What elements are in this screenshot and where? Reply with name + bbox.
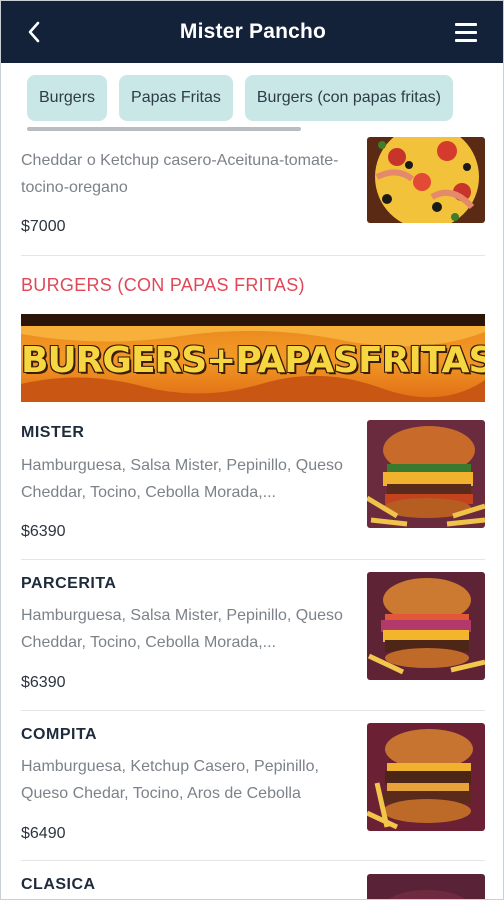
item-name: CLASICA [21, 876, 96, 893]
top-app-bar: Mister Pancho [1, 1, 503, 63]
horizontal-scrollbar[interactable] [27, 127, 301, 131]
hamburger-menu-icon-bar [455, 38, 477, 42]
category-chip-papas-fritas[interactable]: Papas Fritas [119, 75, 233, 121]
item-name: PARCERITA [21, 575, 117, 592]
burger-image [367, 874, 485, 899]
hamburger-menu-button[interactable] [455, 19, 485, 45]
item-name: MISTER [21, 424, 85, 441]
menu-list: Cheddar o Ketchup casero-Aceituna-tomate… [1, 137, 503, 899]
item-description: Cheddar o Ketchup casero-Aceituna-tomate… [21, 152, 339, 196]
burger-image [367, 723, 485, 831]
app-frame: Mister Pancho Burgers Papas Fritas Burge… [0, 0, 504, 900]
list-item[interactable]: PARCERITA Hamburguesa, Salsa Mister, Pep… [21, 572, 485, 712]
page-title: Mister Pancho [179, 20, 327, 43]
divider [21, 710, 485, 711]
item-description: Hamburguesa, Salsa Mister, Pepinillo, Qu… [21, 607, 343, 651]
burger-image [367, 420, 485, 528]
pizza-image [367, 137, 485, 223]
divider [21, 255, 485, 256]
item-description: Hamburguesa, Salsa Mister, Pepinillo, Qu… [21, 457, 343, 501]
item-price: $7000 [21, 218, 66, 235]
divider [21, 860, 485, 861]
item-price: $6390 [21, 674, 66, 691]
list-item[interactable]: CLASICA [21, 874, 485, 899]
banner-text: BURGERS+PAPASFRITAS [21, 340, 485, 381]
category-chip-burgers-con-papas[interactable]: Burgers (con papas fritas) [244, 75, 453, 121]
list-item[interactable]: Cheddar o Ketchup casero-Aceituna-tomate… [21, 137, 485, 255]
item-name: COMPITA [21, 726, 98, 743]
item-price: $6490 [21, 825, 66, 842]
hamburger-menu-icon-bar [455, 30, 477, 34]
list-item[interactable]: COMPITA Hamburguesa, Ketchup Casero, Pep… [21, 723, 485, 863]
item-price: $6390 [21, 523, 66, 540]
burger-image [367, 572, 485, 680]
section-banner: BURGERS+PAPASFRITAS [21, 314, 485, 402]
category-tabs: Burgers Papas Fritas Burgers (con papas … [1, 63, 503, 137]
divider [21, 559, 485, 560]
category-chip-burgers[interactable]: Burgers [27, 75, 108, 121]
list-item[interactable]: MISTER Hamburguesa, Salsa Mister, Pepini… [21, 420, 485, 560]
item-description: Hamburguesa, Ketchup Casero, Pepinillo, … [21, 758, 319, 802]
hamburger-menu-icon [455, 22, 477, 26]
section-title: BURGERS (CON PAPAS FRITAS) [21, 275, 305, 295]
